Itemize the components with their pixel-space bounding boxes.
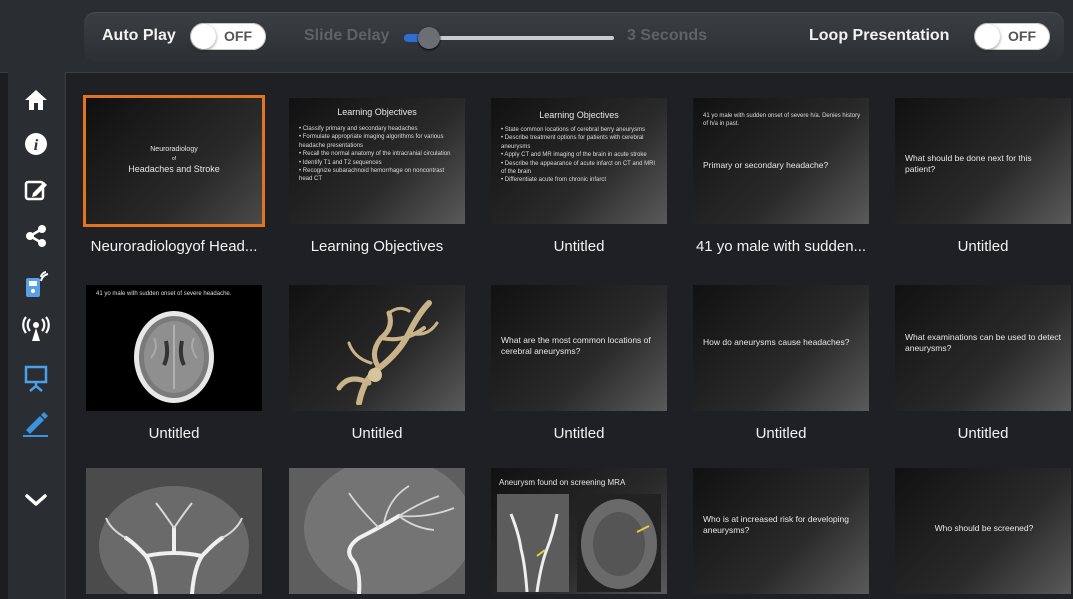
bullet: • Recall the normal anatomy of the intra… [299, 151, 451, 158]
slide-preview[interactable]: Aneurysm found on screening MRA [491, 468, 667, 594]
slide-caption: Untitled [957, 238, 1009, 255]
slide-text: Headaches and Stroke [128, 164, 220, 174]
bullet: • State common locations of cerebral ber… [501, 127, 646, 133]
edit-icon[interactable] [20, 178, 52, 210]
slide-title: Learning Objectives [337, 107, 417, 117]
mra-lateral-image [289, 468, 465, 594]
slide-preview[interactable]: Who should be screened? [895, 468, 1071, 594]
home-icon[interactable] [20, 88, 52, 120]
slide-preview[interactable]: 41 yo male with sudden onset of severe h… [693, 98, 869, 224]
slide-question: Who should be screened? [934, 523, 1034, 533]
slide-question: What are the most common locations of ce… [501, 335, 651, 356]
toggle-knob [975, 24, 1000, 49]
slide-question: What should be done next for this patien… [905, 153, 1032, 174]
slide-caption: 41 yo male with sudden... [695, 238, 867, 255]
slide-caption: Neuroradiologyof Head... [90, 238, 258, 255]
bullet: • Identify T1 and T2 sequences [299, 159, 382, 166]
slide-question: How do aneurysms cause headaches? [703, 337, 850, 347]
slide-text: 41 yo male with sudden onset of severe h… [96, 291, 232, 297]
left-edge [0, 0, 8, 599]
bullet: • Formulate appropriate imaging algorith… [299, 134, 444, 149]
toggle-knob [191, 24, 216, 49]
slide-title: Aneurysm found on screening MRA [499, 478, 626, 487]
slide-question: What examinations can be used to detect … [905, 332, 1061, 353]
slide-title: Learning Objectives [539, 110, 619, 120]
slide-bullets: • Classify primary and secondary headach… [299, 125, 457, 184]
ct-brain-image [129, 303, 219, 407]
autoplay-label: Auto Play [102, 27, 176, 44]
bullet: • Apply CT and MR imaging of the brain i… [501, 152, 647, 159]
share-icon[interactable] [20, 224, 52, 256]
broadcast-icon[interactable] [20, 316, 52, 348]
slide-preview[interactable]: What are the most common locations of ce… [491, 285, 667, 411]
slide-caption: Learning Objectives [310, 238, 444, 255]
chevron-down-icon[interactable] [20, 488, 52, 520]
slide-preview[interactable] [289, 285, 465, 411]
slide-preview[interactable]: Neuroradiology of Headaches and Stroke [86, 98, 262, 224]
loop-toggle[interactable]: OFF [974, 23, 1050, 50]
autoplay-state: OFF [224, 28, 252, 44]
mra-frontal-image [86, 468, 262, 594]
slide-preview[interactable]: Learning Objectives • Classify primary a… [289, 98, 465, 224]
slide-preview[interactable]: Who is at increased risk for developing … [693, 468, 869, 594]
autoplay-toggle[interactable]: OFF [190, 23, 266, 50]
slide-grid: Neuroradiology of Headaches and Stroke N… [66, 73, 1073, 599]
slide-preview[interactable]: Learning Objectives • State common locat… [491, 98, 667, 224]
remote-icon[interactable] [20, 270, 52, 302]
slide-preview[interactable] [86, 468, 262, 594]
bullet: • Describe treatment options for patient… [501, 135, 644, 150]
slide-caption: Untitled [351, 425, 403, 442]
slide-caption: Untitled [957, 425, 1009, 442]
slide-text: 41 yo male with sudden onset of severe h… [703, 113, 861, 127]
bullet: • Classify primary and secondary headach… [299, 126, 418, 132]
angiogram-3d-image [309, 293, 449, 406]
slide-bullets: • State common locations of cerebral ber… [501, 126, 659, 185]
slide-text: of [171, 156, 177, 162]
slide-question: Who is at increased risk for developing … [703, 514, 849, 535]
mra-comparison-image [497, 494, 661, 593]
slide-caption: Untitled [553, 238, 605, 255]
slide-question: Primary or secondary headache? [703, 160, 829, 170]
slide-caption: Untitled [148, 425, 200, 442]
slide-caption: Untitled [755, 425, 807, 442]
loop-state: OFF [1008, 28, 1036, 44]
slide-delay-thumb[interactable] [418, 27, 440, 49]
presentation-controls: Auto Play OFF Slide Delay 3 Seconds Loop… [84, 12, 1064, 62]
slide-delay-label: Slide Delay [304, 27, 390, 44]
info-icon[interactable]: i [20, 132, 52, 164]
slide-preview[interactable]: What should be done next for this patien… [895, 98, 1071, 224]
slide-delay-value: 3 Seconds [627, 27, 708, 44]
slide-preview[interactable]: How do aneurysms cause headaches? [693, 285, 869, 411]
slide-preview[interactable]: What examinations can be used to detect … [895, 285, 1071, 411]
loop-label: Loop Presentation [809, 27, 950, 44]
bullet: • Recognize subarachnoid hemorrhage on n… [299, 168, 445, 183]
slide-preview[interactable]: 41 yo male with sudden onset of severe h… [86, 285, 262, 411]
slide-caption: Untitled [553, 425, 605, 442]
slide-preview[interactable] [289, 468, 465, 594]
svg-text:i: i [34, 137, 39, 154]
pen-icon[interactable] [20, 410, 52, 442]
bullet: • Describe the appearance of acute infar… [501, 160, 656, 176]
sidebar: i [8, 72, 66, 599]
presentation-icon[interactable] [20, 364, 52, 396]
slide-text: Neuroradiology [150, 146, 198, 153]
bullet: • Differentiate acute from chronic infar… [501, 177, 607, 184]
top-bar: Auto Play OFF Slide Delay 3 Seconds Loop… [0, 0, 1073, 73]
